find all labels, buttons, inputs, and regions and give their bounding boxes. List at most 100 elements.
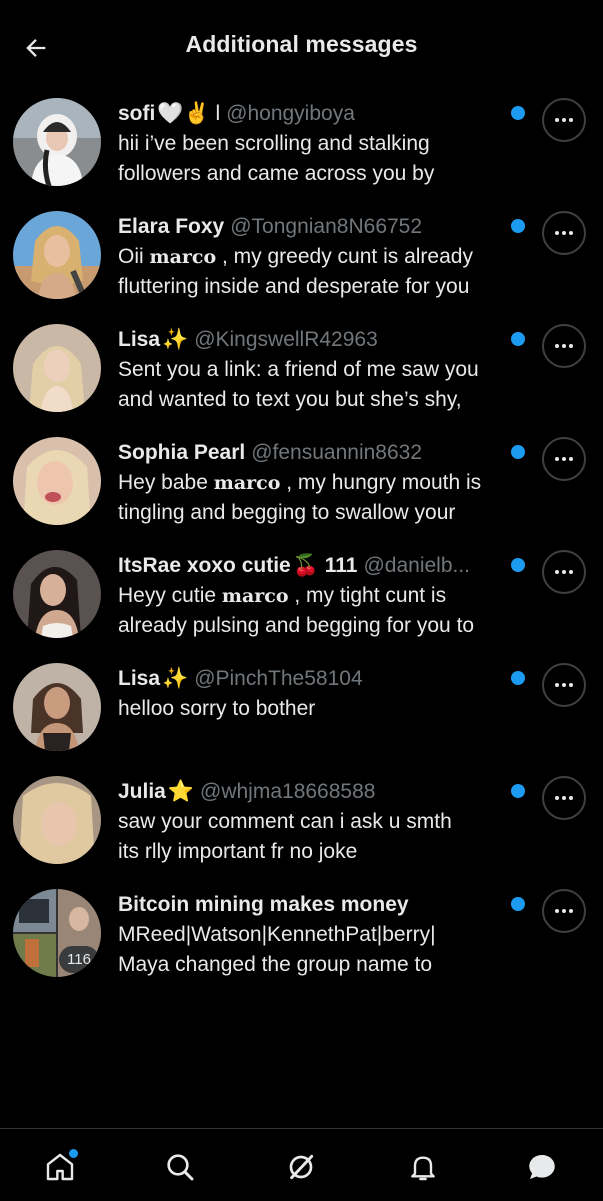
list-item[interactable]: Lisa✨ @PinchThe58104 helloo sorry to both… <box>0 661 603 774</box>
preview-text: Heyy cutie <box>118 584 222 607</box>
avatar <box>13 324 101 412</box>
more-options-button[interactable] <box>542 98 586 142</box>
unread-indicator <box>511 106 525 120</box>
sender-name: ItsRae xoxo cutie <box>118 554 291 577</box>
more-icon <box>555 683 573 687</box>
group-avatar: 116 <box>13 889 101 977</box>
preview-line: its rlly important fr no joke <box>118 840 358 863</box>
nav-notifications[interactable] <box>403 1147 443 1187</box>
name-row: Lisa✨ @KingswellR42963 <box>118 326 503 354</box>
name-emoji: ✨ <box>162 328 189 351</box>
more-icon <box>555 344 573 348</box>
name-row: Elara Foxy @Tongnian8N66752 <box>118 213 503 241</box>
preview-line: hii i’ve been scrolling and stalking <box>118 132 430 155</box>
more-icon <box>555 570 573 574</box>
more-options-button[interactable] <box>542 776 586 820</box>
preview-line: and wanted to text you but she’s shy, <box>118 388 462 411</box>
preview-line: Oii marco , my greedy cunt is already <box>118 242 538 272</box>
name-emoji: 🤍✌️ l <box>157 102 221 125</box>
more-options-button[interactable] <box>542 211 586 255</box>
more-options-button[interactable] <box>542 437 586 481</box>
more-options-button[interactable] <box>542 550 586 594</box>
sender-handle: @whjma18668588 <box>200 780 376 803</box>
list-item[interactable]: Elara Foxy @Tongnian8N66752 Oii marco , m… <box>0 209 603 322</box>
name-emoji: ✨ <box>162 667 189 690</box>
sender-handle: @danielb... <box>363 554 471 577</box>
page-title: Additional messages <box>185 31 418 57</box>
preview-line: Maya changed the group name to <box>118 953 433 976</box>
message-preview: helloo sorry to bother <box>118 694 538 724</box>
name-row: ItsRae xoxo cutie🍒 111 @danielb... <box>118 552 503 580</box>
preview-text: Oii <box>118 245 150 268</box>
list-item[interactable]: ItsRae xoxo cutie🍒 111 @danielb... Heyy c… <box>0 548 603 661</box>
preview-line: Heyy cutie marco , my tight cunt is <box>118 581 538 611</box>
more-icon <box>555 796 573 800</box>
message-preview: Oii marco , my greedy cunt is already fl… <box>118 242 538 302</box>
list-item[interactable]: Julia⭐ @whjma18668588 saw your comment ca… <box>0 774 603 887</box>
avatar <box>13 437 101 525</box>
more-icon <box>555 909 573 913</box>
message-preview: Hey babe marco , my hungry mouth is ting… <box>118 468 538 528</box>
unread-indicator <box>511 897 525 911</box>
bell-icon <box>411 1156 435 1181</box>
more-icon <box>555 457 573 461</box>
header: Additional messages <box>0 0 603 96</box>
nav-search[interactable] <box>160 1147 200 1187</box>
message-preview: Heyy cutie marco , my tight cunt is alre… <box>118 581 538 641</box>
list-item[interactable]: sofi🤍✌️ l @hongyiboya hii i’ve been scrol… <box>0 96 603 209</box>
more-options-button[interactable] <box>542 663 586 707</box>
preview-recipient-name: marco <box>149 246 217 268</box>
sender-name: Julia <box>118 780 166 803</box>
messages-icon <box>529 1154 555 1180</box>
preview-line: helloo sorry to bother <box>118 697 316 720</box>
more-icon <box>555 231 573 235</box>
nav-messages[interactable] <box>522 1147 562 1187</box>
name-row: Julia⭐ @whjma18668588 <box>118 778 503 806</box>
sender-name: Elara Foxy <box>118 215 225 238</box>
sender-name: Lisa <box>118 667 161 690</box>
avatar <box>13 211 101 299</box>
bottom-navigation <box>0 1128 603 1201</box>
unread-indicator <box>511 784 525 798</box>
sender-handle: @fensuannin8632 <box>251 441 423 464</box>
preview-line: tingling and begging to swallow your <box>118 501 456 524</box>
avatar <box>13 98 101 186</box>
preview-line: fluttering inside and desperate for you <box>118 275 470 298</box>
message-list: sofi🤍✌️ l @hongyiboya hii i’ve been scrol… <box>0 96 603 1000</box>
list-item[interactable]: 116 Bitcoin mining makes money MReed|Wat… <box>0 887 603 1000</box>
group-member-count: 116 <box>59 946 99 973</box>
avatar <box>13 550 101 638</box>
sender-handle: @hongyiboya <box>226 102 355 125</box>
sender-name: Sophia Pearl <box>118 441 246 464</box>
name-emoji: 🍒 <box>292 554 319 577</box>
group-name: Bitcoin mining makes money <box>118 893 409 916</box>
preview-line: MReed|Watson|KennethPat|berry| <box>118 923 436 946</box>
unread-indicator <box>511 332 525 346</box>
preview-line: followers and came across you by <box>118 162 435 185</box>
unread-indicator <box>511 671 525 685</box>
name-row: Lisa✨ @PinchThe58104 <box>118 665 503 693</box>
notification-dot <box>69 1149 78 1158</box>
preview-text: , my greedy cunt is already <box>216 245 473 268</box>
name-row: Bitcoin mining makes money <box>118 891 503 919</box>
preview-text: , my tight cunt is <box>288 584 447 607</box>
preview-text: Hey babe <box>118 471 214 494</box>
nav-grok[interactable] <box>281 1147 321 1187</box>
message-preview: saw your comment can i ask u smth its rl… <box>118 807 538 867</box>
unread-indicator <box>511 445 525 459</box>
avatar <box>13 776 101 864</box>
preview-recipient-name: marco <box>213 472 281 494</box>
nav-home[interactable] <box>40 1147 80 1187</box>
list-item[interactable]: Sophia Pearl @fensuannin8632 Hey babe mar… <box>0 435 603 548</box>
message-preview: MReed|Watson|KennethPat|berry| Maya chan… <box>118 920 538 980</box>
preview-line: already pulsing and begging for you to <box>118 614 475 637</box>
preview-line: saw your comment can i ask u smth <box>118 810 452 833</box>
sender-handle: @Tongnian8N66752 <box>230 215 423 238</box>
grok-icon <box>289 1154 314 1180</box>
sender-handle: @KingswellR42963 <box>194 328 378 351</box>
list-item[interactable]: Lisa✨ @KingswellR42963 Sent you a link: a… <box>0 322 603 435</box>
sender-name: Lisa <box>118 328 161 351</box>
more-options-button[interactable] <box>542 889 586 933</box>
more-options-button[interactable] <box>542 324 586 368</box>
unread-indicator <box>511 558 525 572</box>
